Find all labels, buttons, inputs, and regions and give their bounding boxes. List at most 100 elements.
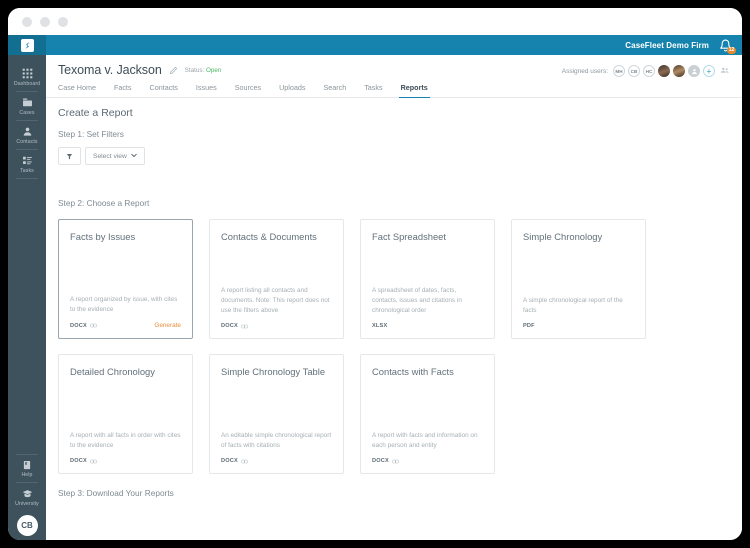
report-card-contacts-with-facts[interactable]: Contacts with Facts A report with facts … bbox=[360, 354, 495, 474]
sidebar-item-dashboard[interactable]: Dashboard bbox=[8, 63, 46, 91]
report-card-description: A simple chronological report of the fac… bbox=[523, 296, 623, 314]
grid-icon bbox=[22, 68, 33, 79]
firm-name: CaseFleet Demo Firm bbox=[625, 40, 709, 50]
tab-issues[interactable]: Issues bbox=[196, 77, 226, 97]
tab-tasks[interactable]: Tasks bbox=[364, 77, 391, 97]
window-titlebar bbox=[8, 8, 742, 35]
report-card-title: Contacts & Documents bbox=[221, 231, 317, 242]
preview-icon[interactable] bbox=[90, 459, 97, 464]
chevron-down-icon bbox=[131, 153, 137, 160]
report-format-label: DOCX bbox=[221, 458, 238, 464]
report-card-title: Facts by Issues bbox=[70, 231, 136, 242]
window-minimize-button[interactable] bbox=[40, 16, 50, 27]
avatar[interactable] bbox=[688, 65, 700, 77]
report-format-label: DOCX bbox=[70, 458, 87, 464]
report-card-footer: DOCX bbox=[221, 323, 332, 329]
avatar[interactable] bbox=[658, 65, 670, 77]
preview-icon[interactable] bbox=[90, 323, 97, 328]
avatar[interactable]: HC bbox=[643, 65, 655, 77]
folder-icon bbox=[22, 97, 33, 108]
tab-case-home[interactable]: Case Home bbox=[58, 77, 105, 97]
generate-button[interactable]: Generate bbox=[154, 322, 181, 329]
assigned-users: Assigned users: MH CB HC + bbox=[562, 63, 730, 77]
report-card-footer: PDF bbox=[523, 323, 634, 329]
report-card-description: A report with all facts in order with ci… bbox=[70, 431, 181, 449]
brand-bar-right: CaseFleet Demo Firm 12 bbox=[625, 39, 742, 54]
tab-contacts[interactable]: Contacts bbox=[150, 77, 187, 97]
report-card-fact-spreadsheet[interactable]: Fact Spreadsheet A spreadsheet of dates,… bbox=[360, 219, 495, 339]
report-format-label: PDF bbox=[523, 323, 535, 329]
sidebar-label-cases: Cases bbox=[19, 110, 35, 116]
sidebar-item-university[interactable]: University bbox=[8, 483, 46, 511]
report-card-facts-by-issues[interactable]: Facts by Issues A report organized by is… bbox=[58, 219, 193, 339]
notification-count-badge: 12 bbox=[727, 46, 736, 54]
preview-icon[interactable] bbox=[392, 459, 399, 464]
case-title-row: Texoma v. Jackson Status: Open bbox=[58, 63, 221, 77]
notifications-button[interactable]: 12 bbox=[719, 39, 736, 54]
preview-icon[interactable] bbox=[241, 324, 248, 329]
report-card-description: A report organized by issue, with cites … bbox=[70, 295, 178, 313]
app-body: Dashboard Cases Contacts Tasks Help Univ… bbox=[8, 55, 742, 540]
top-brand-bar: CaseFleet Demo Firm 12 bbox=[8, 35, 742, 55]
report-card-title: Contacts with Facts bbox=[372, 366, 454, 377]
people-group-icon[interactable] bbox=[720, 66, 730, 76]
report-card-footer: DOCX bbox=[221, 458, 332, 464]
report-card-footer: XLSX bbox=[372, 323, 483, 329]
report-format-label: DOCX bbox=[70, 322, 87, 329]
graduation-cap-icon bbox=[22, 488, 33, 499]
preview-icon[interactable] bbox=[241, 459, 248, 464]
current-user-avatar[interactable]: CB bbox=[16, 515, 38, 536]
report-card-title: Simple Chronology Table bbox=[221, 366, 326, 377]
sidebar-item-cases[interactable]: Cases bbox=[8, 92, 46, 120]
tab-reports[interactable]: Reports bbox=[398, 77, 430, 98]
step3-label: Step 3: Download Your Reports bbox=[58, 488, 174, 498]
tab-sources[interactable]: Sources bbox=[235, 77, 270, 97]
status-label: Status: bbox=[184, 66, 205, 74]
add-user-button[interactable]: + bbox=[703, 65, 715, 77]
reports-pane: Create a Report Step 1: Set Filters Sele… bbox=[46, 98, 742, 540]
status-badge: Status: Open bbox=[185, 67, 222, 74]
status-value: Open bbox=[206, 66, 222, 74]
left-nav-rail: Dashboard Cases Contacts Tasks Help Univ… bbox=[8, 55, 46, 540]
avatar[interactable]: CB bbox=[628, 65, 640, 77]
step2-label: Step 2: Choose a Report bbox=[58, 198, 150, 208]
window-maximize-button[interactable] bbox=[58, 16, 68, 27]
sidebar-label-tasks: Tasks bbox=[20, 168, 34, 174]
tab-uploads[interactable]: Uploads bbox=[279, 77, 314, 97]
report-card-detailed-chronology[interactable]: Detailed Chronology A report with all fa… bbox=[58, 354, 193, 474]
report-card-title: Fact Spreadsheet bbox=[372, 231, 447, 242]
app-logo[interactable] bbox=[8, 35, 46, 55]
report-card-simple-chronology-table[interactable]: Simple Chronology Table An editable simp… bbox=[209, 354, 344, 474]
report-card-simple-chronology[interactable]: Simple Chronology A simple chronological… bbox=[511, 219, 646, 339]
pencil-icon[interactable] bbox=[169, 66, 178, 75]
report-card-title: Detailed Chronology bbox=[70, 366, 155, 377]
report-card-footer: DOCX bbox=[70, 458, 181, 464]
avatar[interactable]: MH bbox=[613, 65, 625, 77]
sidebar-item-contacts[interactable]: Contacts bbox=[8, 121, 46, 149]
tab-facts[interactable]: Facts bbox=[114, 77, 141, 97]
assigned-users-label: Assigned users: bbox=[561, 67, 608, 75]
case-tabs: Case Home Facts Contacts Issues Sources … bbox=[46, 77, 742, 98]
case-header: Texoma v. Jackson Status: Open Assigned … bbox=[46, 55, 742, 77]
report-card-description: A spreadsheet of dates, facts, contacts,… bbox=[372, 286, 462, 314]
avatar[interactable] bbox=[673, 65, 685, 77]
report-card-description: A report with facts and information on e… bbox=[372, 431, 478, 449]
report-card-contacts-documents[interactable]: Contacts & Documents A report listing al… bbox=[209, 219, 344, 339]
report-card-description: An editable simple chronological report … bbox=[221, 431, 332, 449]
report-card-grid: Facts by Issues A report organized by is… bbox=[58, 219, 730, 474]
filter-button[interactable] bbox=[58, 147, 81, 165]
report-card-title: Simple Chronology bbox=[523, 231, 603, 242]
person-silhouette-icon bbox=[691, 68, 697, 74]
report-card-footer: DOCX bbox=[372, 458, 483, 464]
report-format-label: DOCX bbox=[372, 458, 389, 464]
select-view-dropdown[interactable]: Select view bbox=[85, 147, 145, 165]
tab-search[interactable]: Search bbox=[323, 77, 355, 97]
sidebar-label-university: University bbox=[15, 501, 39, 507]
sidebar-label-help: Help bbox=[21, 472, 33, 478]
sidebar-item-help[interactable]: Help bbox=[8, 455, 46, 482]
window-close-button[interactable] bbox=[22, 16, 32, 27]
rail-divider bbox=[16, 178, 38, 179]
sidebar-item-tasks[interactable]: Tasks bbox=[8, 150, 46, 178]
select-view-label: Select view bbox=[93, 152, 127, 160]
app-root: CaseFleet Demo Firm 12 Dashboard Cases C… bbox=[8, 35, 742, 540]
